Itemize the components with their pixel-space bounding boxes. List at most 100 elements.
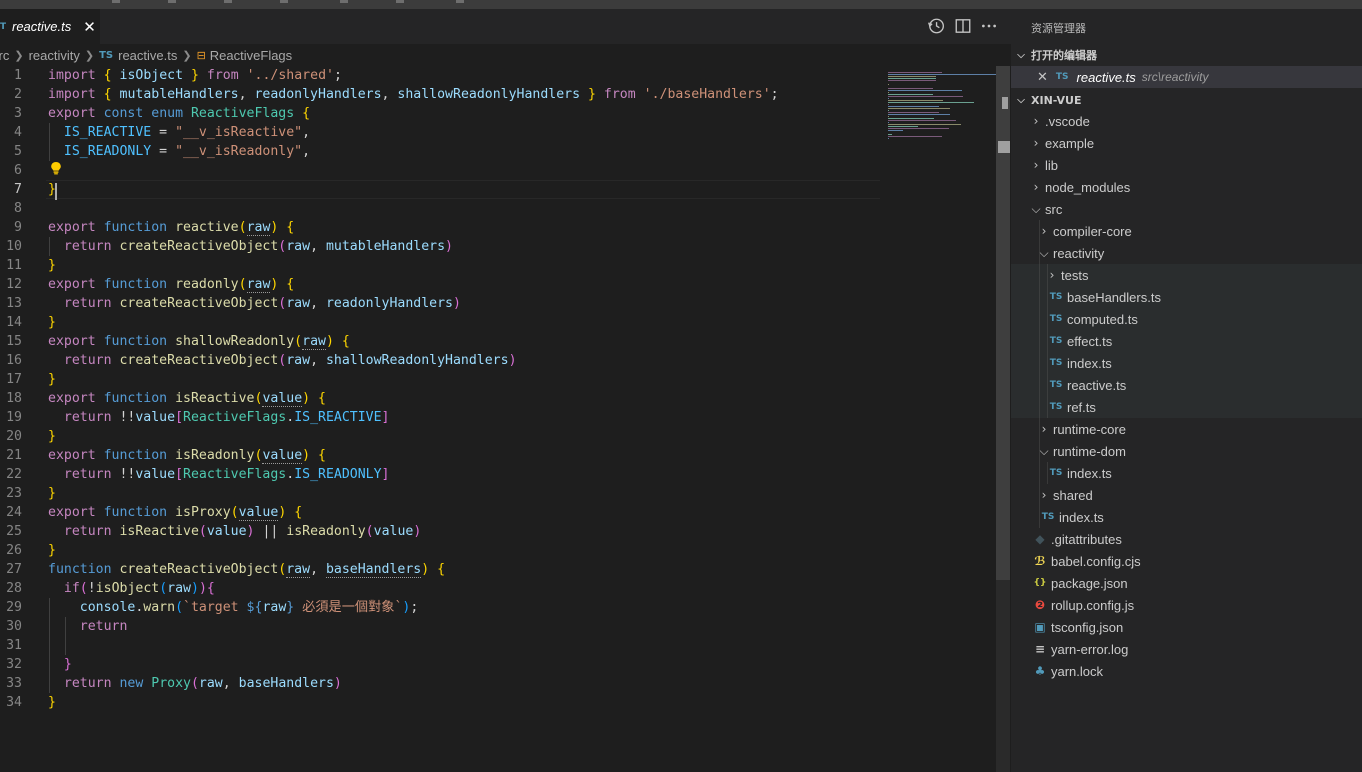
line-number: 7 bbox=[14, 182, 22, 197]
code-line[interactable]: 16 return createReactiveObject(raw, shal… bbox=[0, 351, 880, 370]
timeline-icon[interactable] bbox=[927, 17, 945, 35]
code-line[interactable]: 6 bbox=[0, 161, 880, 180]
code-line[interactable]: 26} bbox=[0, 541, 880, 560]
code-line[interactable]: 33 return new Proxy(raw, baseHandlers) bbox=[0, 674, 880, 693]
tree-file[interactable]: TS index.ts bbox=[1011, 506, 1362, 528]
breadcrumb-src[interactable]: src bbox=[0, 48, 9, 63]
open-editor-item[interactable]: ✕ TS reactive.ts src\reactivity bbox=[1011, 66, 1362, 88]
line-number: 16 bbox=[6, 353, 22, 368]
code-text: export function shallowReadonly(raw) { bbox=[48, 332, 350, 351]
tree-folder[interactable]: › tests bbox=[1011, 264, 1362, 286]
tree-folder[interactable]: › lib bbox=[1011, 154, 1362, 176]
tree-file[interactable]: ≡ yarn-error.log bbox=[1011, 638, 1362, 660]
tree-file[interactable]: TS effect.ts bbox=[1011, 330, 1362, 352]
code-token: return bbox=[79, 619, 128, 634]
close-icon[interactable]: ✕ bbox=[1037, 69, 1048, 85]
tree-file[interactable]: TS reactive.ts bbox=[1011, 374, 1362, 396]
code-line[interactable]: 7} bbox=[0, 180, 880, 199]
code-line[interactable]: 21 export function isReadonly(value) { bbox=[0, 446, 880, 465]
code-line[interactable]: 34} bbox=[0, 693, 880, 712]
code-line[interactable]: 5 IS_READONLY = "__v_isReadonly", bbox=[0, 142, 880, 161]
split-editor-icon[interactable] bbox=[954, 17, 972, 35]
minimap-line bbox=[888, 98, 889, 99]
tree-file[interactable]: TS baseHandlers.ts bbox=[1011, 286, 1362, 308]
title-bar-item bbox=[340, 0, 348, 3]
code-line[interactable]: 31 bbox=[0, 636, 880, 655]
tree-folder[interactable]: › shared bbox=[1011, 484, 1362, 506]
tree-folder[interactable]: › node_modules bbox=[1011, 176, 1362, 198]
tree-file[interactable]: TS computed.ts bbox=[1011, 308, 1362, 330]
code-line[interactable]: 2 import { mutableHandlers, readonlyHandl… bbox=[0, 85, 880, 104]
tree-folder[interactable]: › compiler-core bbox=[1011, 220, 1362, 242]
code-line[interactable]: 14} bbox=[0, 313, 880, 332]
code-line[interactable]: 22 return !!value[ReactiveFlags.IS_READO… bbox=[0, 465, 880, 484]
tree-item-label: effect.ts bbox=[1067, 333, 1113, 349]
minimap-line bbox=[888, 126, 918, 127]
more-actions-icon[interactable] bbox=[980, 17, 998, 35]
breadcrumb-reactivity[interactable]: reactivity bbox=[29, 48, 80, 63]
explorer-sidebar: 资源管理器 ⌵ 打开的编辑器 ✕ TS reactive.ts src\reac… bbox=[1011, 9, 1362, 772]
code-line[interactable]: 27 function createReactiveObject(raw, bas… bbox=[0, 560, 880, 579]
breadcrumb-file[interactable]: reactive.ts bbox=[118, 48, 177, 63]
code-line[interactable]: 29 console.warn(`target ${raw} 必須是一個對象`)… bbox=[0, 598, 880, 617]
code-token: from bbox=[603, 87, 636, 102]
code-line[interactable]: 11} bbox=[0, 256, 880, 275]
breadcrumb-symbol[interactable]: ReactiveFlags bbox=[210, 48, 292, 63]
tree-folder[interactable]: ⌵ src bbox=[1011, 198, 1362, 220]
tree-file[interactable]: ◆ .gitattributes bbox=[1011, 528, 1362, 550]
code-line[interactable]: 28 if(!isObject(raw)){ bbox=[0, 579, 880, 598]
minimap[interactable] bbox=[888, 66, 998, 146]
code-line[interactable]: 3 export const enum ReactiveFlags { bbox=[0, 104, 880, 123]
minimap-line bbox=[888, 116, 889, 117]
code-text: export function isReactive(value) { bbox=[48, 389, 326, 408]
close-icon[interactable]: ✕ bbox=[83, 18, 96, 36]
code-line[interactable]: 20} bbox=[0, 427, 880, 446]
tree-folder[interactable]: ⌵ reactivity bbox=[1011, 242, 1362, 264]
git-file-icon: ◆ bbox=[1035, 532, 1045, 546]
code-line[interactable]: 10 return createReactiveObject(raw, muta… bbox=[0, 237, 880, 256]
code-line[interactable]: 18 export function isReactive(value) { bbox=[0, 389, 880, 408]
tree-folder[interactable]: ⌵ runtime-dom bbox=[1011, 440, 1362, 462]
chevron-right-icon: ❯ bbox=[84, 49, 95, 62]
code-line[interactable]: 32 } bbox=[0, 655, 880, 674]
code-token: { bbox=[318, 448, 326, 463]
tree-folder[interactable]: › example bbox=[1011, 132, 1362, 154]
code-editor[interactable]: 1 import { isObject } from '../shared'; 2 i… bbox=[0, 66, 880, 712]
explorer-title: 资源管理器 bbox=[1031, 22, 1086, 35]
code-line[interactable]: 8 bbox=[0, 199, 880, 218]
code-line[interactable]: 19 return !!value[ReactiveFlags.IS_REACT… bbox=[0, 408, 880, 427]
code-line[interactable]: 30 return bbox=[0, 617, 880, 636]
code-token: . bbox=[286, 467, 295, 482]
lightbulb-icon[interactable] bbox=[50, 161, 62, 175]
tree-file[interactable]: TS index.ts bbox=[1011, 352, 1362, 374]
tree-folder[interactable]: › runtime-core bbox=[1011, 418, 1362, 440]
code-line[interactable]: 1 import { isObject } from '../shared'; bbox=[0, 66, 880, 85]
workspace-header[interactable]: ⌵ XIN-VUE bbox=[1011, 89, 1362, 111]
code-line[interactable]: 15 export function shallowReadonly(raw) { bbox=[0, 332, 880, 351]
code-line[interactable]: 4 IS_REACTIVE = "__v_isReactive", bbox=[0, 123, 880, 142]
tree-file[interactable]: {} package.json bbox=[1011, 572, 1362, 594]
tree-file[interactable]: ▣ tsconfig.json bbox=[1011, 616, 1362, 638]
tree-file[interactable]: ℬbabel.config.cjs bbox=[1011, 550, 1362, 572]
line-number: 32 bbox=[6, 657, 22, 672]
tree-folder[interactable]: › .vscode bbox=[1011, 110, 1362, 132]
tree-file[interactable]: TS index.ts bbox=[1011, 462, 1362, 484]
tree-file[interactable]: ♣ yarn.lock bbox=[1011, 660, 1362, 682]
code-token: ] bbox=[381, 467, 390, 482]
code-line[interactable]: 17} bbox=[0, 370, 880, 389]
tree-file[interactable]: ❷ rollup.config.js bbox=[1011, 594, 1362, 616]
code-line[interactable]: 9 export function reactive(raw) { bbox=[0, 218, 880, 237]
code-line[interactable]: 12 export function readonly(raw) { bbox=[0, 275, 880, 294]
code-token: ) bbox=[453, 296, 461, 311]
code-line[interactable]: 23} bbox=[0, 484, 880, 503]
code-line[interactable]: 13 return createReactiveObject(raw, read… bbox=[0, 294, 880, 313]
tree-file[interactable]: TS ref.ts bbox=[1011, 396, 1362, 418]
code-line[interactable]: 24 export function isProxy(value) { bbox=[0, 503, 880, 522]
typescript-file-icon: TS bbox=[1049, 402, 1063, 412]
tree-item-label: lib bbox=[1045, 157, 1059, 173]
tab-reactive-ts[interactable]: TS reactive.ts ✕ bbox=[0, 9, 100, 44]
code-line[interactable]: 25 return isReactive(value) || isReadonl… bbox=[0, 522, 880, 541]
open-editors-header[interactable]: ⌵ 打开的编辑器 bbox=[1011, 44, 1362, 66]
